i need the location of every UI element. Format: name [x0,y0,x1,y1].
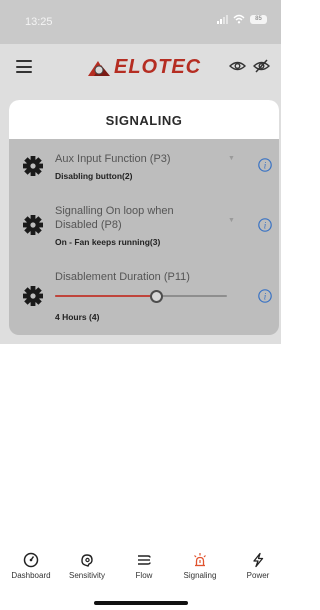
brand-name: ELOTEC [114,56,202,78]
signal-icon [217,14,228,24]
duration-slider[interactable] [55,289,227,303]
home-indicator [94,601,188,605]
nav-label: Dashboard [11,571,51,580]
app-header: ELOTEC [0,44,281,90]
lightning-icon [253,552,264,568]
nav-sensitivity[interactable]: Sensitivity [62,552,112,580]
setting-title: Disablement Duration (P11) [55,271,190,283]
nav-power[interactable]: Power [238,552,278,580]
gear-icon [23,286,43,306]
slider-thumb[interactable] [150,290,164,303]
menu-icon[interactable] [16,60,32,73]
svg-text:i: i [264,292,267,302]
nav-signaling[interactable]: Signaling [176,552,224,580]
status-time: 13:25 [25,16,53,28]
eye-icon[interactable] [229,59,246,73]
nav-flow[interactable]: Flow [124,552,164,580]
logo-mark-icon [88,60,110,76]
status-icons: 85 [217,14,267,24]
status-bar: 13:25 85 [0,0,281,44]
wifi-icon [233,14,245,24]
sensitivity-icon [81,554,93,567]
nav-dashboard[interactable]: Dashboard [6,552,56,580]
info-icon[interactable]: i [258,289,272,303]
flow-icon [138,555,151,565]
brand-logo: ELOTEC [86,56,201,79]
siren-icon [194,553,206,567]
gauge-icon [23,552,39,568]
bottom-nav: Dashboard Sensitivity Flow Signaling Pow… [0,552,281,592]
battery-icon: 85 [250,14,267,24]
nav-label: Flow [135,571,153,580]
nav-label: Sensitivity [68,571,105,580]
setting-disablement-duration: Disablement Duration (P11) i 4 Hours (4) [9,100,279,325]
setting-value: 4 Hours (4) [55,312,100,322]
eye-off-icon[interactable] [253,59,270,73]
slider-fill [55,295,157,297]
nav-label: Signaling [183,571,217,580]
nav-label: Power [246,571,270,580]
signaling-card: SIGNALING Aux Input Function (P3) ▼ i Di… [9,100,279,335]
